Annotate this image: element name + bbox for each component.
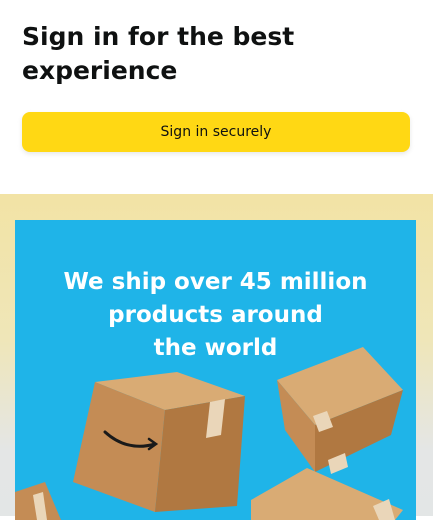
package-box-icon <box>251 468 403 520</box>
promo-section: We ship over 45 million products around … <box>0 194 433 520</box>
promo-banner[interactable]: We ship over 45 million products around … <box>15 220 416 520</box>
signin-button[interactable]: Sign in securely <box>22 112 410 152</box>
package-box-icon <box>15 482 61 520</box>
shipping-boxes-illustration <box>15 347 403 520</box>
signin-title: Sign in for the best experience <box>22 22 295 85</box>
package-box-icon <box>73 372 245 512</box>
package-box-icon <box>277 347 403 474</box>
signin-card: Sign in for the best experience Sign in … <box>0 0 433 194</box>
